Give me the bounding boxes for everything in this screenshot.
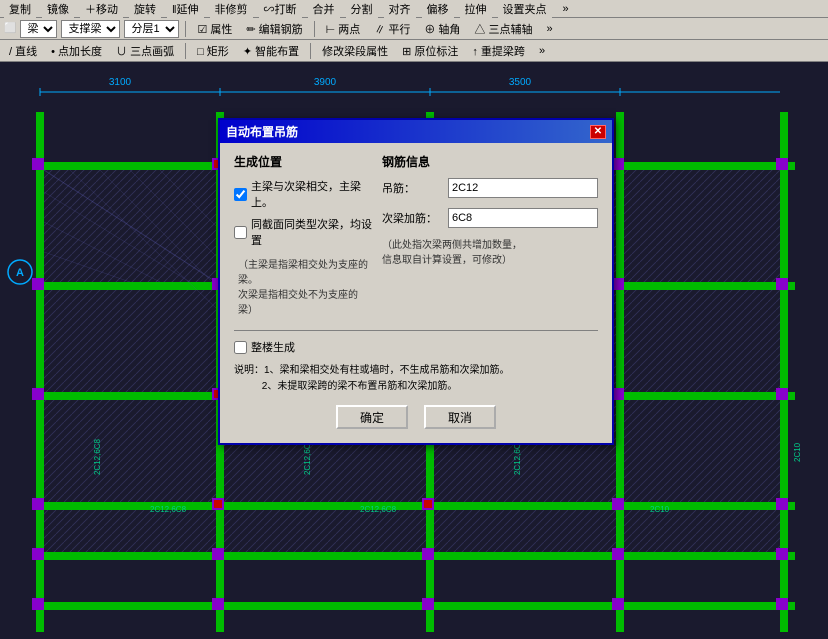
rotate-btn[interactable]: 旋转 [129, 0, 161, 19]
checkbox1-row: 主梁与次梁相交，主梁上。 [234, 178, 372, 210]
dialog-auto-hanging-rebar: 自动布置吊筋 ✕ 生成位置 主梁与次梁相交，主梁上。 同截面同类型次梁，均设置 … [218, 118, 614, 445]
dialog-columns: 生成位置 主梁与次梁相交，主梁上。 同截面同类型次梁，均设置 （主梁是指梁相交处… [234, 153, 598, 322]
svg-text:3100: 3100 [109, 77, 132, 88]
dialog-titlebar: 自动布置吊筋 ✕ [220, 120, 612, 143]
hanging-rebar-label: 吊筋： [382, 180, 442, 196]
point-grow-btn[interactable]: • 点加长度 [46, 41, 107, 61]
checkbox2-label: 同截面同类型次梁，均设置 [251, 216, 372, 248]
checkbox2-row: 同截面同类型次梁，均设置 [234, 216, 372, 248]
two-point-btn[interactable]: ⊢ 两点 [321, 19, 366, 39]
dialog-left-section: 生成位置 主梁与次梁相交，主梁上。 同截面同类型次梁，均设置 （主梁是指梁相交处… [234, 153, 372, 322]
three-arc-btn[interactable]: ∪ 三点画弧 [111, 41, 179, 61]
dialog-buttons: 确定 取消 [234, 405, 598, 433]
ok-button[interactable]: 确定 [336, 405, 408, 429]
split-btn[interactable]: 分割 [346, 0, 378, 19]
edit-rebar-btn[interactable]: ✏ 编辑钢筋 [241, 19, 307, 39]
hanging-rebar-row: 吊筋： [382, 178, 598, 198]
attr-btn[interactable]: ☑ 属性 [192, 19, 237, 39]
toolbar-row3: / 直线 • 点加长度 ∪ 三点画弧 □ 矩形 ✦ 智能布置 修改梁段属性 ⊞ … [0, 40, 828, 62]
same-section-checkbox[interactable] [234, 226, 247, 239]
svg-text:2C10: 2C10 [650, 505, 670, 514]
dialog-close-button[interactable]: ✕ [590, 125, 606, 139]
toolbar-row2: ⬜ 梁 支撑梁 分层1 ☑ 属性 ✏ 编辑钢筋 ⊢ 两点 ∥ 平行 ⊕ 轴角 △… [0, 18, 828, 40]
align-btn[interactable]: 对齐 [384, 0, 416, 19]
axis-btn[interactable]: ⊕ 轴角 [419, 19, 465, 39]
mirror-btn[interactable]: 镜像 [42, 0, 74, 19]
extend-btn[interactable]: ‖延伸 [167, 0, 204, 19]
copy-btn[interactable]: 复制 [4, 0, 36, 19]
whole-floor-label: 整楼生成 [251, 339, 295, 355]
svg-text:2C10: 2C10 [793, 442, 802, 462]
parallel-btn[interactable]: ∥ 平行 [369, 19, 415, 39]
move-btn[interactable]: ＋移动 [80, 0, 123, 19]
right-section-title: 钢筋信息 [382, 153, 598, 170]
trim-btn[interactable]: 非修剪 [210, 0, 253, 19]
layer-select[interactable]: 分层1 [124, 20, 179, 38]
sep4 [310, 43, 311, 59]
modify-prop-btn[interactable]: 修改梁段属性 [317, 41, 393, 61]
svg-text:A: A [16, 267, 24, 279]
sep1 [185, 21, 186, 37]
rect-btn[interactable]: □ 矩形 [192, 41, 234, 61]
hanging-rebar-input[interactable] [448, 178, 598, 198]
merge-btn[interactable]: 合并 [308, 0, 340, 19]
svg-text:2C12,6C8: 2C12,6C8 [360, 505, 397, 514]
offset-btn[interactable]: 偏移 [422, 0, 454, 19]
more-btn2[interactable]: » [541, 21, 557, 37]
three-aux-btn[interactable]: △ 三点辅轴 [469, 19, 537, 39]
line-btn[interactable]: / 直线 [4, 41, 42, 61]
rebar-note: （此处指次梁两侧共增加数量，信息取自计算设置，可修改） [382, 238, 598, 268]
svg-text:3500: 3500 [509, 77, 532, 88]
beam-definition-note: （主梁是指梁相交处为支座的梁。次梁是指相交处不为支座的梁） [234, 254, 372, 322]
stretch-btn[interactable]: 拉伸 [460, 0, 492, 19]
sep3 [185, 43, 186, 59]
checkbox1-label: 主梁与次梁相交，主梁上。 [251, 178, 372, 210]
divider [234, 330, 598, 331]
dialog-right-section: 钢筋信息 吊筋： 次梁加筋： （此处指次梁两侧共增加数量，信息取自计算设置，可修… [382, 153, 598, 322]
sub-beam-rebar-row: 次梁加筋： [382, 208, 598, 228]
sub-beam-rebar-label: 次梁加筋： [382, 210, 442, 226]
origin-mark-btn[interactable]: ⊞ 原位标注 [397, 41, 463, 61]
svg-text:3900: 3900 [314, 77, 337, 88]
dialog-body: 生成位置 主梁与次梁相交，主梁上。 同截面同类型次梁，均设置 （主梁是指梁相交处… [220, 143, 612, 443]
grip-btn[interactable]: 设置夹点 [498, 0, 552, 19]
beam-select[interactable]: 梁 [20, 20, 57, 38]
break-btn[interactable]: ∽打断 [259, 0, 302, 19]
whole-floor-row: 整楼生成 [234, 339, 598, 355]
support-select[interactable]: 支撑梁 [61, 20, 120, 38]
sep2 [314, 21, 315, 37]
more-btn[interactable]: » [558, 1, 574, 17]
dialog-title: 自动布置吊筋 [226, 123, 298, 140]
svg-text:2C12,6C8: 2C12,6C8 [93, 438, 102, 475]
lift-beam-btn[interactable]: ↑ 重提梁跨 [467, 41, 530, 61]
main-secondary-beam-checkbox[interactable] [234, 188, 247, 201]
more-btn3[interactable]: » [534, 43, 550, 59]
cancel-button[interactable]: 取消 [424, 405, 496, 429]
svg-text:2C12,6C8: 2C12,6C8 [150, 505, 187, 514]
whole-floor-checkbox[interactable] [234, 341, 247, 354]
toolbar-row1: 复制 镜像 ＋移动 旋转 ‖延伸 非修剪 ∽打断 合并 分割 对齐 偏移 拉伸 … [0, 0, 828, 18]
beam-icon: ⬜ [4, 23, 16, 34]
left-section-title: 生成位置 [234, 153, 372, 170]
sub-beam-rebar-input[interactable] [448, 208, 598, 228]
notes-section: 说明：1、梁和梁相交处有柱或墙时，不生成吊筋和次梁加筋。 2、未提取梁跨的梁不布… [234, 363, 598, 395]
smart-layout-btn[interactable]: ✦ 智能布置 [238, 41, 304, 61]
